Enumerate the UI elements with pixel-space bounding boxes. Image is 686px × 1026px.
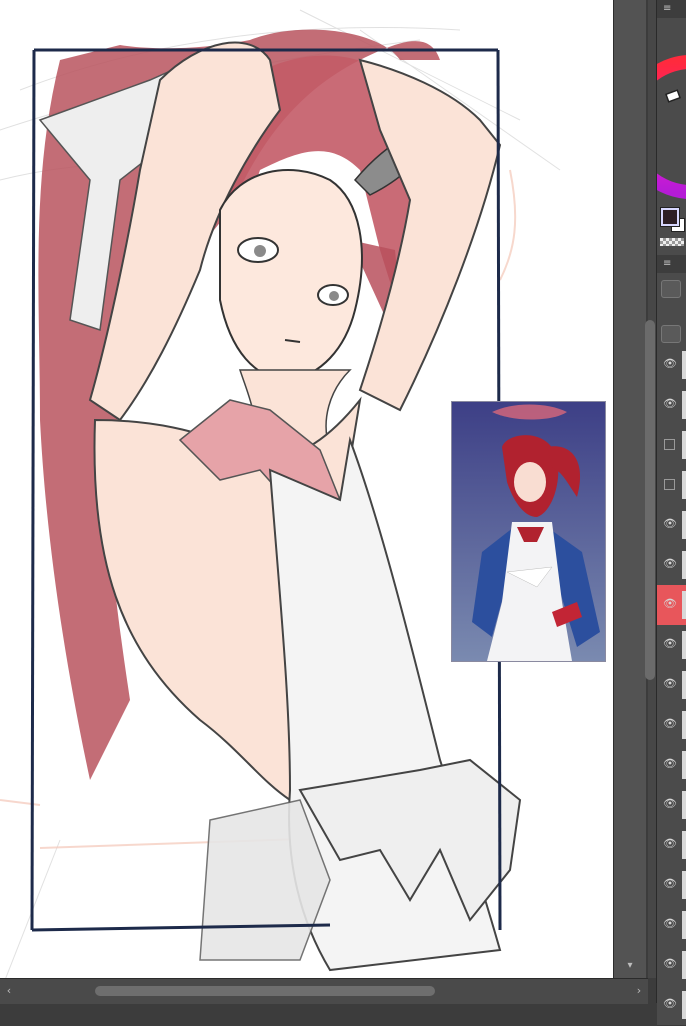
layer-row[interactable]: 👁 xyxy=(657,865,686,906)
layer-row[interactable]: 👁 xyxy=(657,745,686,786)
layer-row[interactable]: 👁 xyxy=(657,665,686,706)
hue-selector-icon xyxy=(665,89,681,103)
layer-row[interactable]: 👁 xyxy=(657,625,686,666)
layer-panel-menu-icon[interactable]: ≡ xyxy=(663,255,671,273)
main-color-swatch[interactable] xyxy=(661,208,679,226)
layer-tool-button[interactable] xyxy=(661,280,681,298)
layer-row[interactable]: 👁 xyxy=(657,825,686,866)
layer-row[interactable]: 👁 xyxy=(657,585,686,626)
eye-visibility-icon[interactable]: 👁 xyxy=(663,798,677,810)
layer-thumbnail xyxy=(682,911,686,939)
layer-thumbnail xyxy=(682,991,686,1019)
right-side-panel: ≡ ≡ 👁 👁 👁 👁 👁 👁 👁 👁 👁 👁 👁 👁 👁 👁 👁 xyxy=(656,0,686,1026)
layer-thumbnail xyxy=(682,711,686,739)
layer-thumbnail xyxy=(682,671,686,699)
layer-thumbnail xyxy=(682,391,686,419)
layer-thumbnail xyxy=(682,591,686,619)
layer-thumbnail xyxy=(682,631,686,659)
canvas-vertical-scrollbar[interactable]: ▾ xyxy=(613,0,658,978)
layer-thumbnail xyxy=(682,951,686,979)
layer-property-button[interactable] xyxy=(661,325,681,343)
vertical-scroll-thumb[interactable] xyxy=(645,320,655,680)
canvas-horizontal-scrollbar[interactable]: ‹ › xyxy=(0,978,648,1004)
horizontal-scroll-thumb[interactable] xyxy=(95,986,435,996)
layer-row[interactable]: 👁 xyxy=(657,945,686,986)
layer-row[interactable]: 👁 xyxy=(657,985,686,1026)
eye-visibility-icon[interactable]: 👁 xyxy=(663,398,677,410)
color-wheel[interactable] xyxy=(657,22,686,202)
layer-row[interactable]: 👁 xyxy=(657,705,686,746)
eye-visibility-icon[interactable]: 👁 xyxy=(663,878,677,890)
transparent-color-chip[interactable] xyxy=(660,238,684,246)
layer-row[interactable]: 👁 xyxy=(657,385,686,426)
layer-thumbnail xyxy=(682,751,686,779)
layer-row[interactable]: 👁 xyxy=(657,905,686,946)
layer-thumbnail xyxy=(682,431,686,459)
eye-visibility-icon[interactable]: 👁 xyxy=(663,838,677,850)
scroll-down-arrow-icon[interactable]: ▾ xyxy=(614,960,646,971)
layer-visibility-checkbox[interactable] xyxy=(664,439,675,450)
layer-visibility-checkbox[interactable] xyxy=(664,479,675,490)
layer-thumbnail xyxy=(682,351,686,379)
character-reference-illustration xyxy=(452,402,605,661)
eye-visibility-icon[interactable]: 👁 xyxy=(663,678,677,690)
layer-row[interactable]: 👁 xyxy=(657,785,686,826)
layer-row[interactable]: 👁 xyxy=(657,345,686,386)
layer-row[interactable] xyxy=(657,465,686,506)
color-panel-header[interactable]: ≡ xyxy=(657,0,686,18)
layer-thumbnail xyxy=(682,791,686,819)
scroll-left-arrow-icon[interactable]: ‹ xyxy=(2,983,16,999)
eye-visibility-icon[interactable]: 👁 xyxy=(663,558,677,570)
layer-panel-header[interactable]: ≡ xyxy=(657,255,686,273)
layer-row[interactable]: 👁 xyxy=(657,505,686,546)
eye-visibility-icon[interactable]: 👁 xyxy=(663,758,677,770)
eye-visibility-icon[interactable]: 👁 xyxy=(663,638,677,650)
eye-visibility-icon[interactable]: 👁 xyxy=(663,718,677,730)
layer-thumbnail xyxy=(682,471,686,499)
layer-row[interactable] xyxy=(657,425,686,466)
eye-visibility-icon[interactable]: 👁 xyxy=(663,598,677,610)
eye-visibility-icon[interactable]: 👁 xyxy=(663,958,677,970)
eye-visibility-icon[interactable]: 👁 xyxy=(663,358,677,370)
layer-row[interactable]: 👁 xyxy=(657,545,686,586)
reference-image[interactable] xyxy=(451,401,606,662)
layer-thumbnail xyxy=(682,551,686,579)
scroll-right-arrow-icon[interactable]: › xyxy=(632,983,646,999)
eye-visibility-icon[interactable]: 👁 xyxy=(663,518,677,530)
layer-thumbnail xyxy=(682,831,686,859)
layer-thumbnail xyxy=(682,511,686,539)
eye-visibility-icon[interactable]: 👁 xyxy=(663,918,677,930)
drawing-canvas[interactable] xyxy=(0,0,613,978)
eye-visibility-icon[interactable]: 👁 xyxy=(663,998,677,1010)
panel-menu-icon[interactable]: ≡ xyxy=(663,0,671,18)
color-wheel-ring-icon xyxy=(657,55,686,199)
layer-thumbnail xyxy=(682,871,686,899)
